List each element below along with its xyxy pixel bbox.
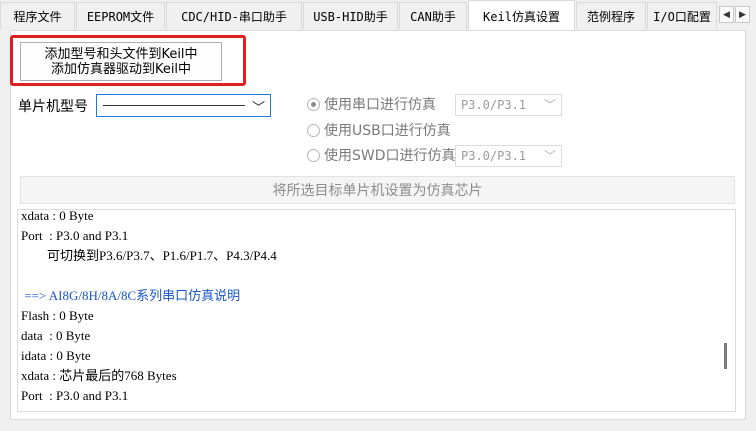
radio-usb-debug[interactable]: 使用USB口进行仿真 bbox=[307, 120, 451, 140]
chevron-down-icon: ﹀ bbox=[543, 149, 556, 163]
log-line: xdata : 0 Byte bbox=[21, 209, 94, 223]
tab-sample-programs[interactable]: 范例程序 bbox=[576, 2, 646, 29]
log-line: xdata : 芯片最后的768 Bytes bbox=[21, 368, 177, 383]
tab-io-config[interactable]: I/O口配置 bbox=[647, 2, 717, 29]
radio-label: 使用串口进行仿真 bbox=[324, 97, 436, 113]
mcu-model-label: 单片机型号 bbox=[18, 99, 88, 115]
select-placeholder-line bbox=[103, 105, 245, 106]
tab-keil-debug-settings[interactable]: Keil仿真设置 bbox=[468, 0, 575, 31]
radio-serial-debug[interactable]: 使用串口进行仿真 bbox=[307, 94, 436, 114]
tab-bar: 程序文件 EEPROM文件 CDC/HID-串口助手 USB-HID助手 CAN… bbox=[0, 0, 756, 31]
tab-usb-hid[interactable]: USB-HID助手 bbox=[303, 2, 398, 29]
radio-button[interactable] bbox=[307, 123, 320, 137]
tab-scroll-left-icon[interactable]: ◀ bbox=[719, 6, 734, 23]
radio-swd-debug[interactable]: 使用SWD口进行仿真 bbox=[307, 145, 456, 165]
log-line: Flash : 0 Byte bbox=[21, 308, 94, 323]
log-line-heading: ==> AI8G/8H/8A/8C系列串口仿真说明 bbox=[21, 288, 241, 303]
radio-button[interactable] bbox=[307, 148, 320, 162]
tab-can[interactable]: CAN助手 bbox=[399, 2, 467, 29]
log-line: Port : P3.0 and P3.1 bbox=[21, 228, 129, 243]
chevron-down-icon: ﹀ bbox=[251, 101, 265, 116]
swd-port-select[interactable]: P3.0/P3.1 ﹀ bbox=[455, 145, 562, 167]
set-debug-chip-button[interactable]: 将所选目标单片机设置为仿真芯片 bbox=[20, 176, 735, 204]
log-line: Port : P3.0 and P3.1 bbox=[21, 388, 129, 403]
tab-program-files[interactable]: 程序文件 bbox=[0, 2, 75, 29]
chevron-down-icon: ﹀ bbox=[543, 98, 556, 112]
log-line: data : 0 Byte bbox=[21, 328, 91, 343]
log-output[interactable]: xdata : 0 Byte Port : P3.0 and P3.1 可切换到… bbox=[17, 209, 736, 412]
tab-eeprom-files[interactable]: EEPROM文件 bbox=[76, 2, 165, 29]
log-line: idata : 0 Byte bbox=[21, 348, 91, 363]
port-value: P3.0/P3.1 bbox=[461, 98, 527, 112]
mcu-model-select[interactable]: ﹀ bbox=[96, 94, 271, 117]
port-value: P3.0/P3.1 bbox=[461, 149, 527, 163]
highlight-box bbox=[10, 35, 246, 86]
serial-port-select[interactable]: P3.0/P3.1 ﹀ bbox=[455, 94, 562, 116]
log-line: 可切换到P3.6/P3.7、P1.6/P1.7、P4.3/P4.4 bbox=[21, 248, 277, 263]
log-scrollbar-thumb[interactable] bbox=[724, 343, 727, 369]
radio-button[interactable] bbox=[307, 97, 320, 111]
tab-cdc-hid-serial[interactable]: CDC/HID-串口助手 bbox=[166, 2, 302, 29]
radio-label: 使用USB口进行仿真 bbox=[324, 123, 451, 139]
tab-scroll-right-icon[interactable]: ▶ bbox=[735, 6, 750, 23]
radio-label: 使用SWD口进行仿真 bbox=[324, 148, 456, 164]
